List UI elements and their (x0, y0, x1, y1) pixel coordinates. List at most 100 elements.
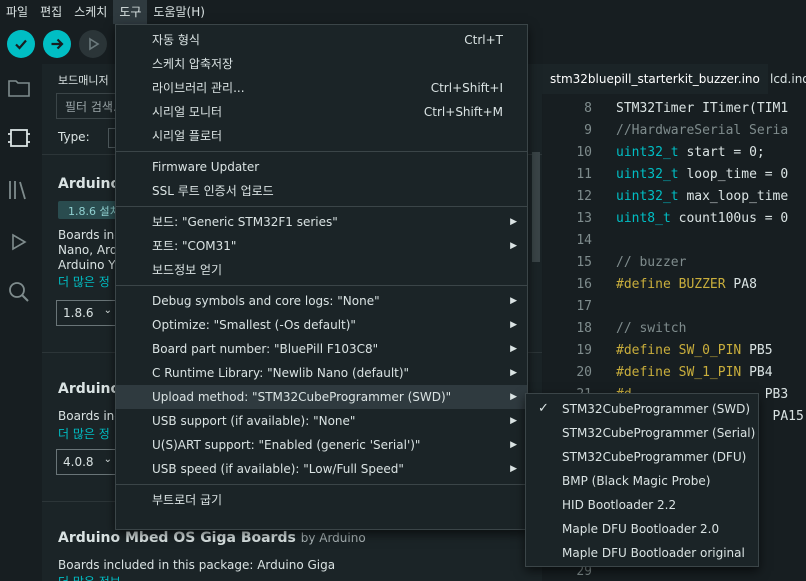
tab-lcd[interactable]: lcd.ino (762, 64, 806, 94)
line-number: 13 (576, 211, 592, 226)
version-select[interactable]: 4.0.8 ⌄ (56, 449, 118, 475)
tools-menu-item[interactable]: 시리얼 플로터 (116, 124, 527, 148)
code-line: 11 uint32_t loop_time = 0 (542, 164, 806, 186)
menu-help[interactable]: 도움말(H) (147, 0, 211, 24)
menu-item-label: SSL 루트 인증서 업로드 (152, 184, 274, 198)
panel-scrollbar[interactable] (532, 152, 540, 262)
menu-separator (116, 285, 527, 286)
tools-menu-item[interactable]: 보드: "Generic STM32F1 series" ▶ (116, 210, 527, 234)
version-select[interactable]: 1.8.6 ⌄ (56, 300, 118, 326)
menu-item-label: 포트: "COM31" (152, 239, 237, 253)
upload-button[interactable] (43, 30, 71, 58)
code-text: // buzzer (616, 252, 686, 274)
code-token: PB4 (741, 365, 773, 380)
upload-method-option[interactable]: Maple DFU Bootloader original (526, 541, 758, 565)
menu-tools[interactable]: 도구 (113, 0, 148, 24)
board-name: Arduino Mbed OS Giga Boards by Arduino (58, 530, 366, 546)
tools-menu-item[interactable]: C Runtime Library: "Newlib Nano (default… (116, 361, 527, 385)
version-value: 1.8.6 (63, 306, 94, 320)
menu-item-label: HID Bootloader 2.2 (562, 498, 677, 512)
tools-menu-item[interactable]: Upload method: "STM32CubeProgrammer (SWD… (116, 385, 527, 409)
tools-menu-item[interactable]: 포트: "COM31" ▶ (116, 234, 527, 258)
menu-file[interactable]: 파일 (0, 0, 34, 24)
tools-menu-item[interactable]: 자동 형식 Ctrl+T (116, 28, 527, 52)
code-token: uint32_t (616, 189, 679, 204)
more-info-link[interactable]: 더 많은 정 (58, 425, 110, 442)
upload-method-option[interactable]: HID Bootloader 2.2 (526, 493, 758, 517)
tools-menu-item[interactable]: Debug symbols and core logs: "None" ▶ (116, 289, 527, 313)
upload-method-option[interactable]: STM32CubeProgrammer (Serial) (526, 421, 758, 445)
tools-menu-item[interactable]: Optimize: "Smallest (-Os default)" ▶ (116, 313, 527, 337)
menu-item-label: USB speed (if available): "Low/Full Spee… (152, 462, 404, 476)
menu-item-label: 보드: "Generic STM32F1 series" (152, 215, 338, 229)
menu-item-label: U(S)ART support: "Enabled (generic 'Seri… (152, 438, 421, 452)
tools-menu-item[interactable]: 스케치 압축저장 (116, 52, 527, 76)
menu-item-label: 보드정보 얻기 (152, 263, 223, 277)
tools-menu-item[interactable]: SSL 루트 인증서 업로드 (116, 179, 527, 203)
code-token: count100us = 0 (670, 211, 789, 226)
line-number: 18 (576, 321, 592, 336)
tools-menu-item[interactable]: 시리얼 모니터 Ctrl+Shift+M (116, 100, 527, 124)
menu-item-label: STM32CubeProgrammer (Serial) (562, 426, 756, 440)
tools-menu-item[interactable]: 보드정보 얻기 (116, 258, 527, 282)
code-line: 13 uint8_t count100us = 0 (542, 208, 806, 230)
board-author: by Arduino (300, 531, 366, 545)
submenu-arrow-icon: ▶ (510, 416, 517, 426)
upload-method-option[interactable]: STM32CubeProgrammer (DFU) (526, 445, 758, 469)
boards-manager-button[interactable] (5, 124, 33, 152)
verify-button[interactable] (7, 30, 35, 58)
sketchbook-button[interactable] (5, 74, 33, 102)
search-icon (9, 282, 29, 302)
line-number: 9 (584, 123, 592, 138)
submenu-arrow-icon: ▶ (510, 217, 517, 227)
debug-panel-icon (12, 233, 27, 251)
board-icon (8, 129, 30, 147)
menu-sketch[interactable]: 스케치 (68, 0, 113, 24)
tools-menu-item[interactable]: 부트로더 굽기 (116, 488, 527, 512)
menu-item-label: Optimize: "Smallest (-Os default)" (152, 318, 356, 332)
tools-menu-item[interactable]: USB support (if available): "None" ▶ (116, 409, 527, 433)
debug-panel-button[interactable] (5, 228, 33, 256)
upload-method-option[interactable]: BMP (Black Magic Probe) (526, 469, 758, 493)
code-token: SW_1_PIN (678, 365, 742, 380)
library-manager-button[interactable] (5, 176, 33, 204)
menu-item-label: Debug symbols and core logs: "None" (152, 294, 380, 308)
menu-item-label: Board part number: "BluePill F103C8" (152, 342, 379, 356)
menu-item-shortcut: Ctrl+Shift+M (423, 105, 503, 119)
more-info-link[interactable]: 더 많은 정 (58, 273, 110, 290)
tools-menu-item[interactable]: U(S)ART support: "Enabled (generic 'Seri… (116, 433, 527, 457)
code-text: STM32Timer ITimer(TIM1 (616, 98, 788, 120)
menu-item-label: C Runtime Library: "Newlib Nano (default… (152, 366, 410, 380)
code-text: #define BUZZER PA8 (616, 274, 757, 296)
code-line: 9 //HardwareSerial Seria (542, 120, 806, 142)
code-token: max_loop_time (678, 189, 789, 204)
tools-menu-item[interactable]: USB speed (if available): "Low/Full Spee… (116, 457, 527, 481)
search-button[interactable] (5, 278, 33, 306)
tools-menu-item[interactable]: 라이브러리 관리... Ctrl+Shift+I (116, 76, 527, 100)
upload-method-option[interactable]: Maple DFU Bootloader 2.0 (526, 517, 758, 541)
debug-button[interactable] (79, 30, 107, 58)
tools-menu-item[interactable]: Board part number: "BluePill F103C8" ▶ (116, 337, 527, 361)
editor-tabs: stm32bluepill_starterkit_buzzer.ino lcd.… (542, 64, 806, 94)
submenu-arrow-icon: ▶ (510, 464, 517, 474)
panel-title: 보드매니저 (58, 74, 109, 87)
code-line: 17 (542, 296, 806, 318)
tab-main-sketch[interactable]: stm32bluepill_starterkit_buzzer.ino (542, 64, 768, 94)
more-info-link[interactable]: 더 많은 정보 (58, 573, 121, 581)
menu-item-label: Maple DFU Bootloader original (562, 546, 745, 560)
submenu-arrow-icon: ▶ (510, 320, 517, 330)
code-text: uint32_t max_loop_time (616, 186, 788, 208)
tools-menu-item[interactable]: Firmware Updater (116, 155, 527, 179)
code-token: SW_0_PIN (678, 343, 742, 358)
line-number: 8 (584, 101, 592, 116)
board-desc: Boards included in this package: Arduino… (58, 558, 336, 572)
menu-item-label: 시리얼 모니터 (152, 105, 223, 119)
upload-method-option[interactable]: ✓ STM32CubeProgrammer (SWD) (526, 397, 758, 421)
menu-item-label: 라이브러리 관리... (152, 81, 245, 95)
code-text: uint32_t start = 0; (616, 142, 765, 164)
menu-edit[interactable]: 편집 (34, 0, 68, 24)
code-token: #define (616, 365, 671, 380)
line-number: 12 (576, 189, 592, 204)
library-icon (9, 181, 26, 200)
